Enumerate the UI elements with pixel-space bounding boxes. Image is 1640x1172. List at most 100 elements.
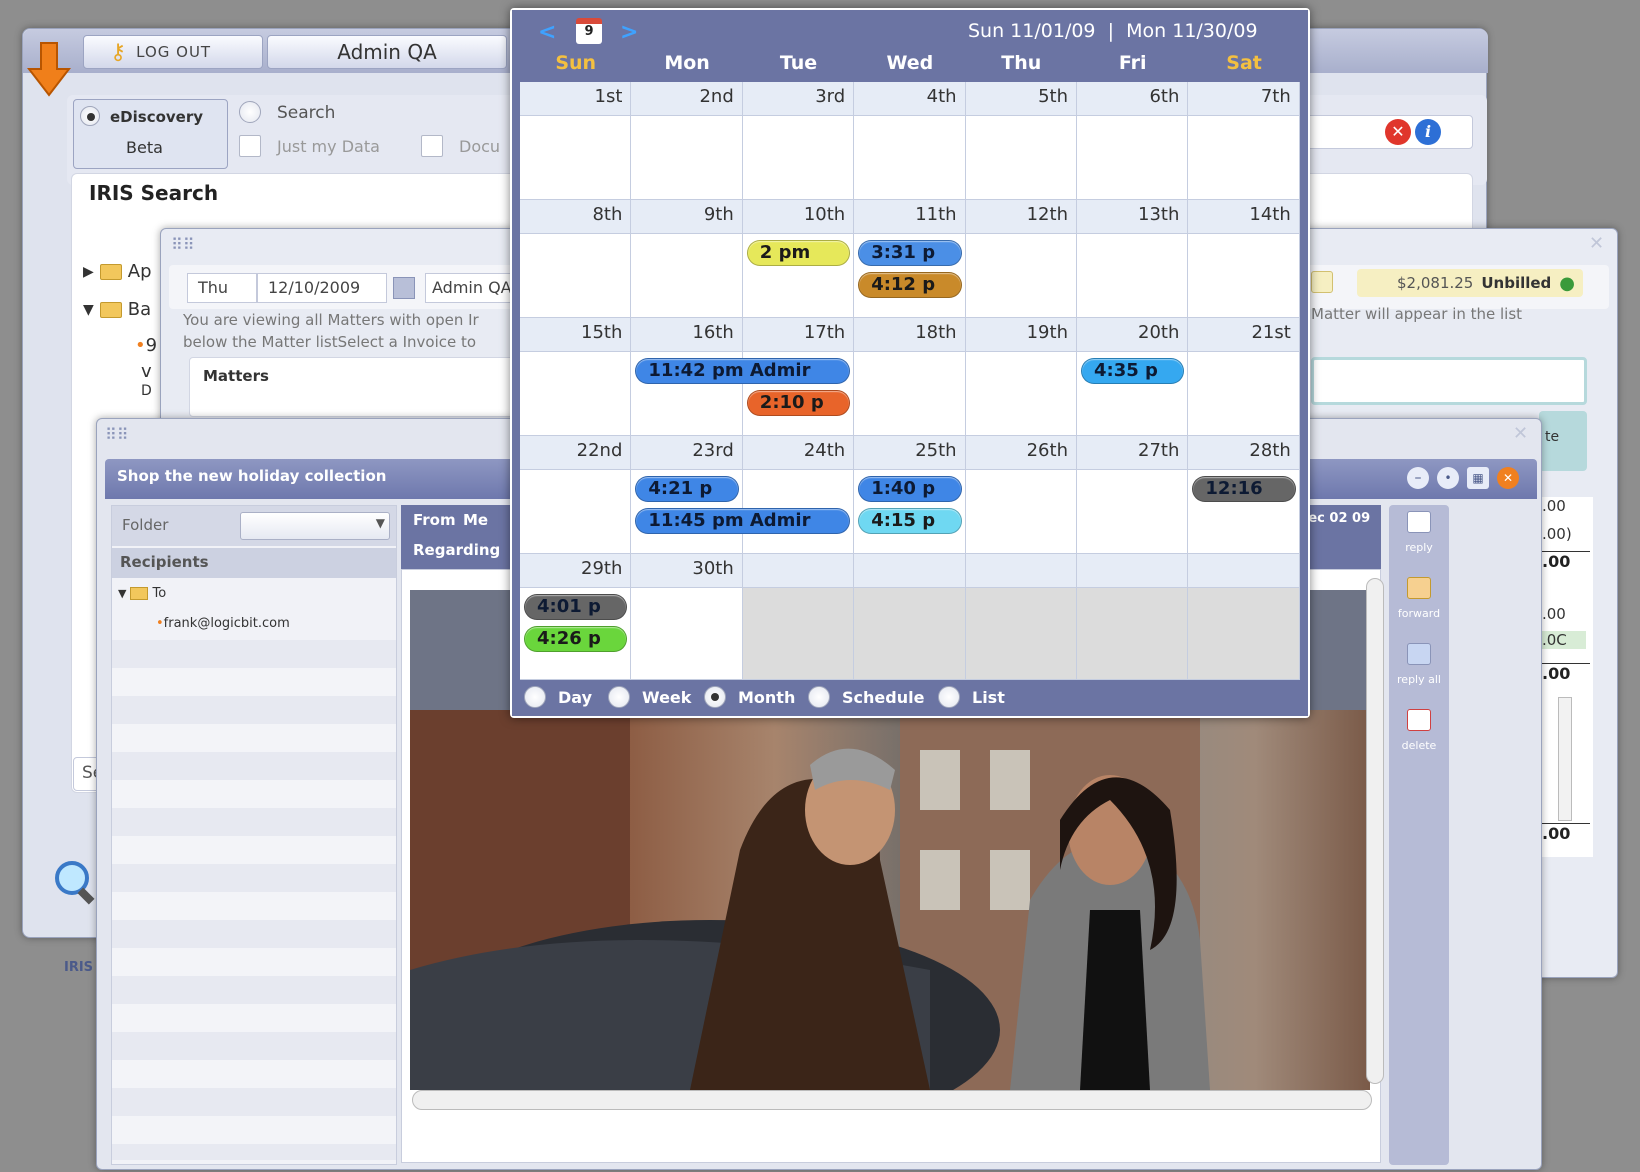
ediscovery-option[interactable]: eDiscovery Beta (73, 99, 228, 169)
scroll-track[interactable] (1558, 697, 1572, 821)
day-cell[interactable] (965, 588, 1077, 680)
day-cell[interactable] (965, 352, 1077, 436)
day-cell[interactable] (965, 234, 1077, 318)
view-radio[interactable] (704, 686, 726, 708)
view-option-day[interactable]: Day (524, 686, 592, 708)
day-number[interactable]: 5th (965, 82, 1077, 116)
calendar-event[interactable]: 4:15 p (858, 508, 962, 534)
delete-action[interactable]: delete (1393, 709, 1445, 752)
search-radio[interactable] (239, 101, 261, 123)
view-option-month[interactable]: Month (704, 686, 795, 708)
day-number[interactable]: 25th (854, 436, 966, 470)
day-number[interactable]: 28th (1188, 436, 1300, 470)
minimize-icon[interactable]: – (1407, 467, 1429, 489)
side-tab[interactable]: te (1539, 411, 1587, 471)
forward-action[interactable]: forward (1393, 577, 1445, 620)
day-number[interactable]: 14th (1188, 200, 1300, 234)
day-number[interactable]: 22nd (520, 436, 632, 470)
day-cell[interactable] (1077, 470, 1189, 554)
day-number[interactable] (854, 554, 966, 588)
day-number[interactable]: 29th (520, 554, 632, 588)
email-grip-icon[interactable]: ⠿⠿ (105, 425, 128, 444)
day-number[interactable]: 16th (631, 318, 743, 352)
recipient-item[interactable]: •frank@logicbit.com (156, 616, 290, 631)
day-number[interactable] (965, 554, 1077, 588)
iris-sub-item-3[interactable]: D (141, 383, 152, 399)
day-cell[interactable] (520, 352, 632, 436)
day-number[interactable]: 11th (854, 200, 966, 234)
email-close-icon[interactable]: ✕ (1513, 423, 1528, 444)
user-select[interactable]: Admin QA (425, 273, 515, 303)
info-icon[interactable]: i (1415, 119, 1441, 145)
day-cell[interactable] (1188, 234, 1300, 318)
day-cell[interactable] (631, 234, 743, 318)
day-number[interactable]: 9th (631, 200, 743, 234)
day-cell[interactable] (1077, 116, 1189, 200)
iris-tree-item-1[interactable]: ▶ Ap (83, 261, 152, 282)
unbilled-badge[interactable]: $2,081.25 Unbilled ● (1357, 269, 1583, 297)
day-cell[interactable] (742, 116, 855, 200)
calendar-event[interactable]: 4:12 p (858, 272, 962, 298)
day-number[interactable]: 23rd (631, 436, 743, 470)
day-cell[interactable] (520, 234, 632, 318)
day-cell[interactable] (742, 588, 855, 680)
restore-icon[interactable]: • (1437, 467, 1459, 489)
day-cell[interactable] (631, 588, 743, 680)
horizontal-scrollbar[interactable] (412, 1090, 1372, 1110)
user-button[interactable]: Admin QA (267, 35, 507, 69)
day-number[interactable]: 3rd (742, 82, 855, 116)
calendar-event[interactable]: 4:26 p (524, 626, 628, 652)
calendar-event[interactable]: 11:45 pm Admir (635, 508, 851, 534)
maximize-icon[interactable]: ▦ (1467, 467, 1489, 489)
day-field[interactable]: Thu (187, 273, 257, 303)
day-number[interactable]: 10th (742, 200, 855, 234)
day-number[interactable]: 19th (965, 318, 1077, 352)
calendar-event[interactable]: 1:40 p (858, 476, 962, 502)
day-number[interactable]: 6th (1077, 82, 1189, 116)
day-cell[interactable] (854, 352, 966, 436)
close-orange-icon[interactable]: ✕ (1497, 467, 1519, 489)
calendar-event[interactable]: 12:16 (1192, 476, 1296, 502)
today-calendar-icon[interactable]: 9 (576, 18, 602, 44)
day-number[interactable]: 27th (1077, 436, 1189, 470)
day-number[interactable]: 21st (1188, 318, 1300, 352)
vertical-scrollbar[interactable] (1366, 578, 1384, 1084)
calendar-event[interactable]: 11:42 pm Admir (635, 358, 851, 384)
day-number[interactable] (1077, 554, 1189, 588)
day-cell[interactable] (1188, 588, 1300, 680)
to-row[interactable]: ▼ To (118, 586, 166, 601)
calendar-picker-icon[interactable] (393, 277, 415, 299)
day-cell[interactable] (854, 588, 966, 680)
prev-month-icon[interactable]: < (538, 20, 556, 45)
view-radio[interactable] (938, 686, 960, 708)
calendar-event[interactable]: 3:31 p (858, 240, 962, 266)
ediscovery-radio[interactable] (80, 106, 100, 126)
calendar-event[interactable]: 4:35 p (1081, 358, 1185, 384)
view-option-list[interactable]: List (938, 686, 1005, 708)
day-number[interactable]: 1st (520, 82, 632, 116)
day-number[interactable]: 8th (520, 200, 632, 234)
day-number[interactable]: 30th (631, 554, 743, 588)
matter-list-field[interactable] (1311, 357, 1587, 405)
view-radio[interactable] (808, 686, 830, 708)
iris-sub-item-1[interactable]: •9 (135, 335, 157, 356)
day-number[interactable]: 13th (1077, 200, 1189, 234)
day-cell[interactable] (1077, 234, 1189, 318)
calendar-event[interactable]: 4:01 p (524, 594, 628, 620)
reply-action[interactable]: reply (1393, 511, 1445, 554)
day-cell[interactable] (520, 470, 632, 554)
day-cell[interactable] (965, 470, 1077, 554)
day-number[interactable]: 7th (1188, 82, 1300, 116)
small-icon[interactable] (1311, 271, 1333, 293)
day-cell[interactable] (1188, 116, 1300, 200)
folder-select[interactable]: ▼ (240, 512, 390, 540)
day-number[interactable]: 12th (965, 200, 1077, 234)
day-cell[interactable] (1188, 352, 1300, 436)
day-number[interactable] (742, 554, 855, 588)
day-number[interactable]: 2nd (631, 82, 743, 116)
reply-all-action[interactable]: reply all (1393, 643, 1445, 686)
day-cell[interactable] (854, 116, 966, 200)
day-number[interactable]: 17th (742, 318, 855, 352)
iris-tree-item-2[interactable]: ▼ Ba (83, 299, 151, 320)
day-number[interactable]: 26th (965, 436, 1077, 470)
